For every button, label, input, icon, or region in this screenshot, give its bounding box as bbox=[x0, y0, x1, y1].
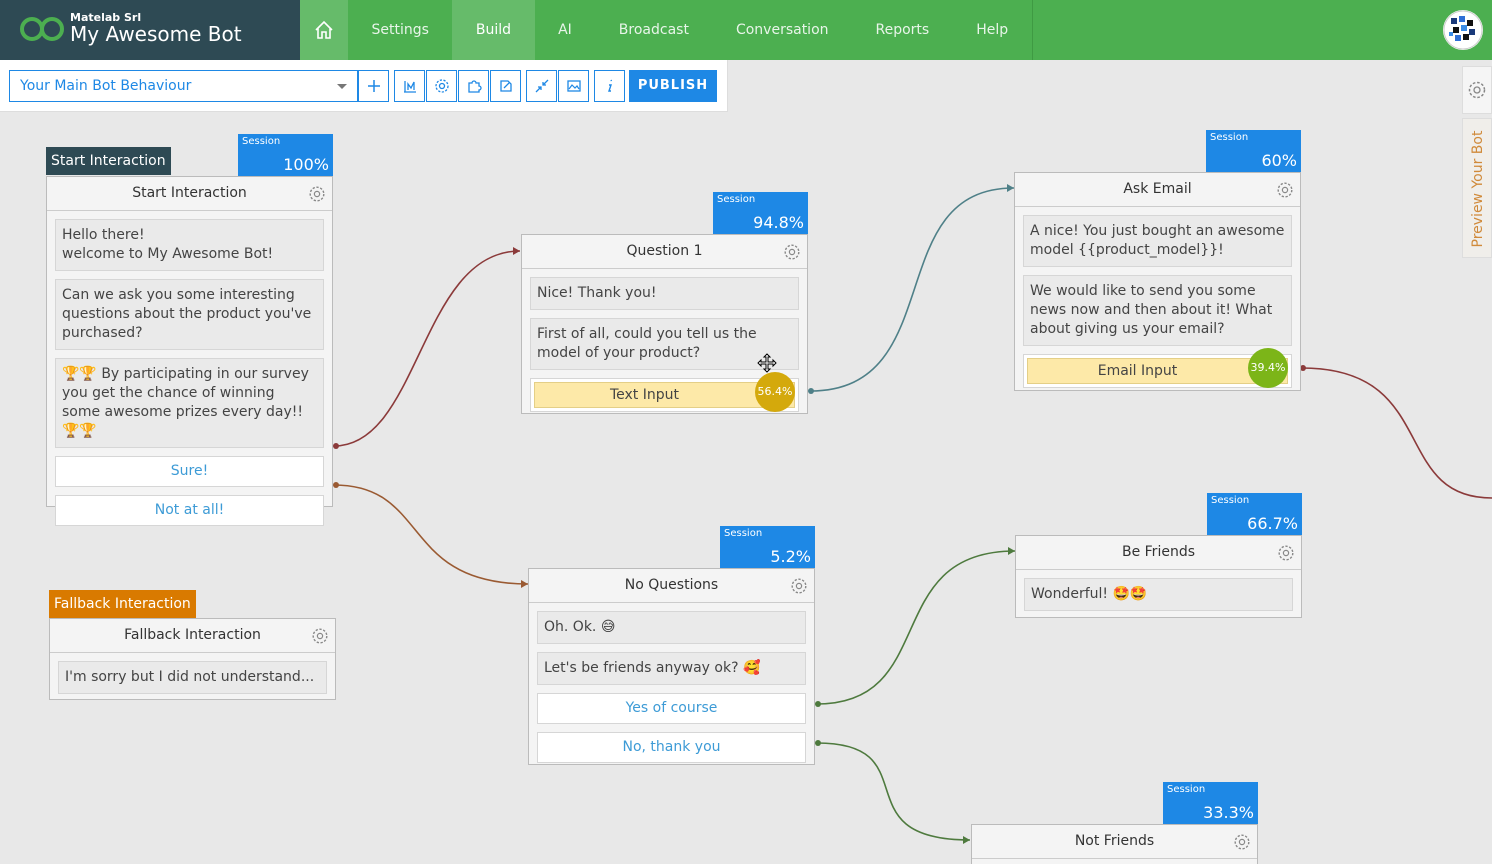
conversion-badge: 56.4% bbox=[755, 372, 795, 412]
node-question-1[interactable]: Question 1 Nice! Thank you! First of all… bbox=[521, 234, 808, 414]
node-title: No Questions bbox=[624, 577, 719, 593]
session-badge-ask-email: Session 60% bbox=[1206, 130, 1301, 172]
node-fallback-interaction[interactable]: Fallback Interaction I'm sorry but I did… bbox=[49, 618, 336, 700]
node-header[interactable]: No Questions bbox=[529, 569, 814, 603]
message-bubble[interactable]: Nice! Thank you! bbox=[530, 277, 799, 310]
message-bubble[interactable]: Can we ask you some interesting question… bbox=[55, 279, 324, 350]
gear-icon[interactable] bbox=[1276, 181, 1294, 199]
node-header[interactable]: Not Friends bbox=[972, 825, 1257, 859]
link-yes-to-befriends bbox=[816, 550, 1016, 705]
session-value: 94.8% bbox=[753, 213, 804, 232]
message-bubble[interactable]: We would like to send you some news now … bbox=[1023, 275, 1292, 346]
conversion-badge: 39.4% bbox=[1248, 348, 1288, 388]
session-value: 100% bbox=[283, 155, 329, 174]
gear-icon[interactable] bbox=[1233, 833, 1251, 851]
node-be-friends[interactable]: Be Friends Wonderful! 🤩🤩 bbox=[1015, 535, 1302, 618]
message-bubble[interactable]: Oh. Ok. 😅 bbox=[537, 611, 806, 644]
message-bubble[interactable]: 🏆🏆 By participating in our survey you ge… bbox=[55, 358, 324, 448]
message-bubble[interactable]: A nice! You just bought an awesome model… bbox=[1023, 215, 1292, 267]
session-label: Session bbox=[717, 194, 756, 205]
session-badge-no-questions: Session 5.2% bbox=[720, 526, 815, 568]
gear-icon[interactable] bbox=[783, 243, 801, 261]
fallback-interaction-tag: Fallback Interaction bbox=[49, 590, 196, 618]
link-sure-to-question1 bbox=[333, 250, 521, 447]
gear-icon[interactable] bbox=[311, 627, 329, 645]
option-button-not-at-all[interactable]: Not at all! bbox=[55, 495, 324, 526]
node-title: Be Friends bbox=[1121, 544, 1195, 560]
session-label: Session bbox=[242, 136, 281, 147]
link-textinput-to-askemail bbox=[809, 187, 1015, 392]
start-interaction-tag: Start Interaction bbox=[46, 147, 171, 175]
move-cursor-icon bbox=[757, 353, 777, 373]
session-badge-not-friends: Session 33.3% bbox=[1163, 782, 1258, 824]
session-label: Session bbox=[1210, 132, 1249, 143]
option-button-yes[interactable]: Yes of course bbox=[537, 693, 806, 724]
node-title: Question 1 bbox=[626, 243, 703, 259]
session-value: 33.3% bbox=[1203, 803, 1254, 822]
session-label: Session bbox=[1211, 495, 1250, 506]
node-header[interactable]: Question 1 bbox=[522, 235, 807, 269]
session-badge-start: Session 100% bbox=[238, 134, 333, 176]
node-header[interactable]: Fallback Interaction bbox=[50, 619, 335, 653]
session-label: Session bbox=[724, 528, 763, 539]
node-title: Not Friends bbox=[1074, 833, 1155, 849]
session-value: 5.2% bbox=[770, 547, 811, 566]
node-no-questions[interactable]: No Questions Oh. Ok. 😅 Let's be friends … bbox=[528, 568, 815, 765]
node-start-interaction[interactable]: Start Interaction Hello there! welcome t… bbox=[46, 176, 333, 526]
option-button-no[interactable]: No, thank you bbox=[537, 732, 806, 763]
node-header[interactable]: Ask Email bbox=[1015, 173, 1300, 207]
gear-icon[interactable] bbox=[308, 185, 326, 203]
node-ask-email[interactable]: Ask Email A nice! You just bought an awe… bbox=[1014, 172, 1301, 391]
gear-icon[interactable] bbox=[790, 577, 808, 595]
node-not-friends[interactable]: Not Friends bbox=[971, 824, 1258, 864]
option-button-sure[interactable]: Sure! bbox=[55, 456, 324, 487]
link-notatall-to-noquestions bbox=[333, 484, 529, 585]
link-emailinput-out bbox=[1301, 367, 1492, 499]
node-title: Fallback Interaction bbox=[124, 627, 261, 643]
node-title: Start Interaction bbox=[132, 185, 247, 201]
message-bubble[interactable]: Let's be friends anyway ok? 🥰 bbox=[537, 652, 806, 685]
message-bubble[interactable]: Hello there! welcome to My Awesome Bot! bbox=[55, 219, 324, 271]
session-value: 66.7% bbox=[1247, 514, 1298, 533]
message-bubble[interactable]: I'm sorry but I did not understand... bbox=[58, 661, 327, 694]
node-header[interactable]: Be Friends bbox=[1016, 536, 1301, 570]
node-title: Ask Email bbox=[1123, 181, 1192, 197]
node-header[interactable]: Start Interaction bbox=[47, 177, 332, 211]
session-badge-question1: Session 94.8% bbox=[713, 192, 808, 234]
message-bubble[interactable]: Wonderful! 🤩🤩 bbox=[1024, 578, 1293, 611]
gear-icon[interactable] bbox=[1277, 544, 1295, 562]
session-value: 60% bbox=[1261, 151, 1297, 170]
session-badge-be-friends: Session 66.7% bbox=[1207, 493, 1302, 535]
session-label: Session bbox=[1167, 784, 1206, 795]
link-no-to-notfriends bbox=[816, 742, 971, 841]
